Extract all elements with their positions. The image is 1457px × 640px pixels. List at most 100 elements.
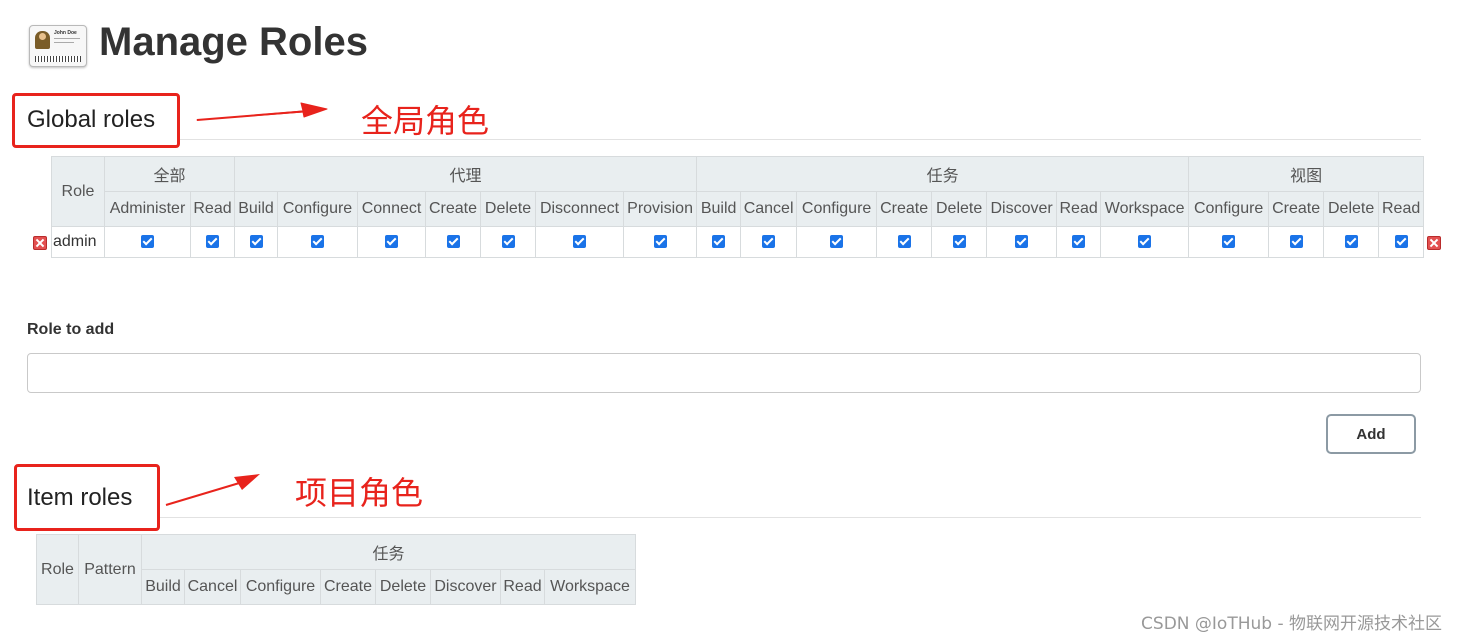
permission-header: Read [1378,191,1425,227]
checked-checkbox[interactable] [311,235,325,249]
permission-cell [796,226,878,258]
watermark: CSDN @IoTHub - 物联网开源技术社区 [1141,614,1442,634]
checked-checkbox[interactable] [653,235,667,249]
group-header: 任务 [696,156,1190,192]
permission-cell [357,226,427,258]
role-column-header: Role [51,156,105,227]
permission-header: Workspace [1100,191,1190,227]
permission-cell [1188,226,1270,258]
permission-header: Provision [623,191,698,227]
permission-header: Discover [986,191,1058,227]
permission-cell [986,226,1058,258]
permission-header: Read [1056,191,1102,227]
checked-checkbox[interactable] [1289,235,1303,249]
permission-header: Delete [480,191,537,227]
permission-header: Create [1268,191,1325,227]
permission-header: Create [320,569,376,605]
permission-cell [425,226,482,258]
role-column-header: Role [36,534,79,605]
group-header: 任务 [140,534,637,570]
checked-checkbox[interactable] [830,235,844,249]
permission-header: Read [189,191,236,227]
page-title: Manage Roles [99,20,368,64]
item-roles-divider [160,517,1421,518]
permission-cell [104,226,191,258]
item-roles-arrow [165,474,260,506]
permission-header: Create [876,191,933,227]
add-button[interactable]: Add [1326,414,1416,454]
permission-cell [931,226,988,258]
permission-cell [1100,226,1190,258]
global-roles-annotation: 全局角色 [361,102,490,140]
permission-cell [535,226,625,258]
role-to-add-input[interactable] [27,353,1421,393]
checked-checkbox[interactable] [952,235,966,249]
id-card-icon: John Doe [29,25,87,67]
delete-role-left-icon[interactable] [33,236,47,250]
avatar [35,31,50,49]
group-header: 代理 [234,156,698,192]
checked-checkbox[interactable] [1015,235,1029,249]
permission-header: Delete [1323,191,1380,227]
permission-cell [480,226,537,258]
checked-checkbox[interactable] [206,235,219,249]
role-name: admin [51,226,105,258]
permission-header: Delete [931,191,988,227]
delete-role-right-icon[interactable] [1427,236,1441,250]
checked-checkbox[interactable] [762,235,776,249]
permission-header: Build [234,191,279,227]
global-roles-heading: Global roles [27,106,156,133]
permission-header: Delete [375,569,431,605]
group-header: 视图 [1188,156,1425,192]
checked-checkbox[interactable] [712,235,726,249]
permission-header: Configure [796,191,878,227]
permission-cell [876,226,933,258]
checked-checkbox[interactable] [385,235,399,249]
checked-checkbox[interactable] [573,235,587,249]
permission-header: Disconnect [535,191,625,227]
table-row: admin [51,226,1425,258]
checked-checkbox[interactable] [1138,235,1152,249]
checked-checkbox[interactable] [897,235,911,249]
checked-checkbox[interactable] [1222,235,1236,249]
checked-checkbox[interactable] [249,235,263,249]
permission-cell [1378,226,1425,258]
permission-cell [277,226,359,258]
permission-cell [1056,226,1102,258]
permission-header: Build [141,569,185,605]
permission-cell [234,226,279,258]
item-roles-heading: Item roles [27,484,133,511]
permission-cell [1268,226,1325,258]
permission-header: Configure [240,569,321,605]
permission-header: Cancel [184,569,241,605]
checked-checkbox[interactable] [501,235,515,249]
item-roles-annotation: 项目角色 [295,474,424,512]
permission-cell [740,226,798,258]
checked-checkbox[interactable] [446,235,460,249]
global-roles-arrow [196,102,328,121]
permission-header: Connect [357,191,427,227]
permission-header: Create [425,191,482,227]
permission-cell [623,226,698,258]
checked-checkbox[interactable] [1344,235,1358,249]
permission-header: Build [696,191,742,227]
permission-header: Workspace [543,569,637,605]
permission-header: Read [500,569,545,605]
permission-header: Configure [277,191,359,227]
checked-checkbox[interactable] [1072,235,1086,249]
permission-cell [1323,226,1380,258]
checked-checkbox[interactable] [141,235,154,249]
checked-checkbox[interactable] [1394,235,1408,249]
permission-cell [189,226,236,258]
permission-header: Administer [104,191,191,227]
item-roles-table: Role Pattern 任务 Build Cancel Configure Crea… [36,534,637,605]
id-card-name: John Doe [54,30,77,36]
permission-header: Discover [430,569,501,605]
global-roles-table: Role 全部 代理 任务 视图 Administer Read Build Conf… [51,156,1425,258]
pattern-column-header: Pattern [78,534,142,605]
permission-header: Configure [1188,191,1270,227]
permission-cell [696,226,742,258]
permission-header: Cancel [740,191,798,227]
role-to-add-label: Role to add [27,321,115,338]
group-header: 全部 [103,156,236,192]
